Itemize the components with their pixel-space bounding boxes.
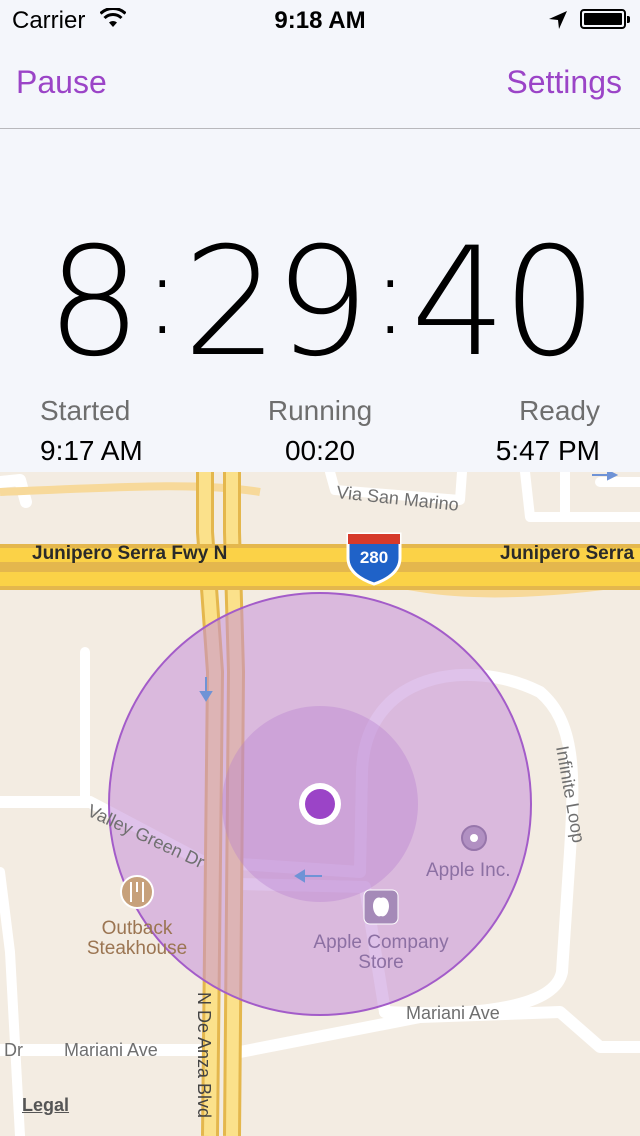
timer-panel: 8 : 29 : 40 Started 9:17 AM Running 00:2… [0, 129, 640, 472]
map-label-mariani-right: Mariani Ave [406, 1003, 500, 1023]
started-value: 9:17 AM [40, 435, 143, 466]
battery-icon [580, 9, 630, 29]
map-label-freeway-right: Junipero Serra [500, 543, 635, 564]
status-time: 9:18 AM [274, 7, 366, 34]
map-label-dr: Dr [4, 1040, 23, 1060]
location-arrow-icon [548, 10, 568, 35]
running-value: 00:20 [284, 435, 356, 466]
map-label-mariani-left: Mariani Ave [64, 1040, 158, 1060]
status-bar: Carrier 9:18 AM [0, 0, 640, 40]
navigation-bar: Pause Settings [0, 40, 640, 129]
settings-button[interactable]: Settings [506, 64, 622, 101]
map-label-apple-store-1: Apple Company [313, 932, 449, 953]
timer-separator: : [143, 231, 181, 359]
ready-stat: Ready 5:47 PM [496, 395, 600, 467]
ready-label: Ready [519, 395, 600, 426]
pause-button[interactable]: Pause [16, 64, 107, 101]
legal-link[interactable]: Legal [22, 1095, 69, 1116]
map-label-outback-2: Steakhouse [87, 938, 187, 959]
map-label-apple-store-2: Store [358, 952, 403, 973]
map-label-via-san-marino: Via San Marino [336, 482, 460, 515]
map-label-outback-1: Outback [102, 918, 173, 939]
map-label-freeway-left: Junipero Serra Fwy N [32, 543, 227, 564]
timer-separator: : [371, 231, 409, 359]
countdown-timer: 8 : 29 : 40 [0, 213, 640, 393]
map-label-de-anza: N De Anza Blvd [194, 992, 214, 1118]
started-stat: Started 9:17 AM [40, 395, 143, 467]
shield-label: 280 [360, 548, 388, 567]
ready-value: 5:47 PM [495, 435, 600, 466]
map-view[interactable]: Via San Marino Valley Green Dr Infinite … [0, 472, 640, 1136]
timer-hours: 8 [46, 216, 141, 390]
map-label-infinite-loop: Infinite Loop [552, 744, 589, 844]
map-label-apple-inc: Apple Inc. [426, 860, 511, 881]
timer-seconds: 40 [410, 216, 598, 390]
running-stat: Running 00:20 [250, 395, 390, 467]
timer-minutes: 29 [182, 216, 370, 390]
started-label: Started [40, 395, 131, 426]
current-location-icon [299, 783, 341, 825]
running-label: Running [267, 395, 373, 426]
